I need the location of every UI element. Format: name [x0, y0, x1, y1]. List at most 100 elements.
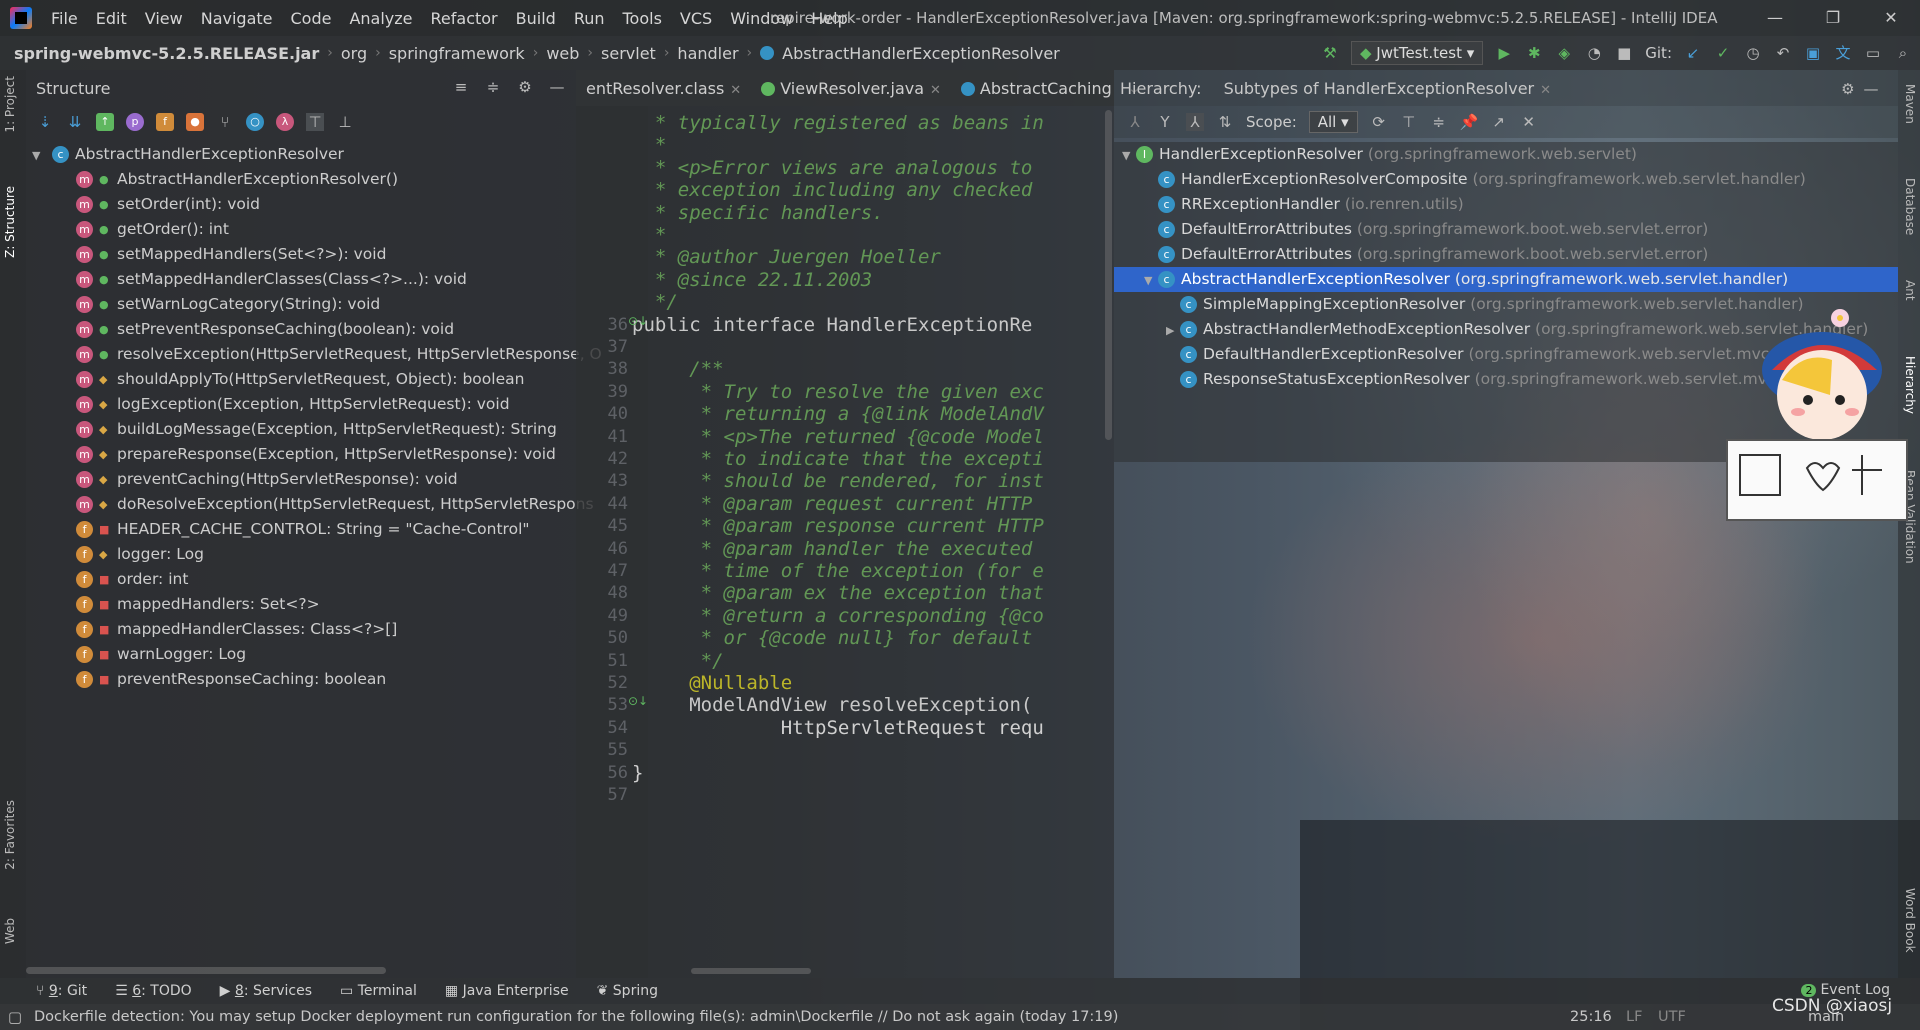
- expand-arrow-icon[interactable]: ▼: [1122, 143, 1136, 168]
- hierarchy-node[interactable]: ▼ I HandlerExceptionResolver (org.springfr…: [1114, 142, 1898, 167]
- hierarchy-tab[interactable]: Subtypes of HandlerExceptionResolver ✕: [1202, 79, 1551, 98]
- restore-icon[interactable]: ❐: [1804, 0, 1862, 36]
- subtypes-hierarchy-icon[interactable]: ⅄: [1186, 113, 1204, 131]
- close-tab-icon[interactable]: ✕: [1540, 83, 1551, 98]
- tab-handlerexceptionresolver-class[interactable]: entResolver.class ✕: [576, 79, 751, 98]
- menu-view[interactable]: View: [136, 9, 192, 28]
- editor-vertical-scrollbar[interactable]: [1105, 110, 1112, 440]
- menu-analyze[interactable]: Analyze: [340, 9, 421, 28]
- structure-member-item[interactable]: m ● setMappedHandlers(Set<?>): void: [26, 242, 576, 267]
- tool-tab-javaenterprise[interactable]: ▦ Java Enterprise: [431, 983, 583, 999]
- structure-horizontal-scrollbar[interactable]: [26, 967, 386, 974]
- show-fields-icon[interactable]: f: [156, 113, 174, 131]
- breadcrumb-web[interactable]: web: [542, 44, 583, 63]
- debug-icon[interactable]: ✱: [1525, 44, 1543, 62]
- structure-member-item[interactable]: m ◆ preventCaching(HttpServletResponse): v…: [26, 467, 576, 492]
- filter-icon[interactable]: ⑂: [216, 113, 234, 131]
- file-encoding[interactable]: UTF: [1658, 1009, 1686, 1025]
- git-history-icon[interactable]: ◷: [1744, 44, 1762, 62]
- structure-member-item[interactable]: f ■ mappedHandlerClasses: Class<?>[]: [26, 617, 576, 642]
- status-toggle-icon[interactable]: ▢: [6, 1008, 24, 1026]
- hierarchy-node[interactable]: ▼ c AbstractHandlerExceptionResolver (org.…: [1114, 267, 1898, 292]
- structure-member-item[interactable]: m ● setPreventResponseCaching(boolean): vo…: [26, 317, 576, 342]
- search-icon[interactable]: ⌕: [1894, 44, 1912, 62]
- gear-icon[interactable]: ⚙: [1839, 80, 1857, 98]
- tab-viewresolver-java[interactable]: ViewResolver.java ✕: [751, 79, 951, 98]
- stop-icon[interactable]: ■: [1615, 44, 1633, 62]
- structure-member-item[interactable]: m ● getOrder(): int: [26, 217, 576, 242]
- show-properties-icon[interactable]: p: [126, 113, 144, 131]
- hide-panel-icon[interactable]: —: [1862, 80, 1880, 98]
- expand-all-icon[interactable]: ⊤: [1400, 113, 1418, 131]
- tool-tab-terminal[interactable]: ▭ Terminal: [326, 983, 431, 999]
- status-message[interactable]: Dockerfile detection: You may setup Dock…: [34, 1009, 1118, 1025]
- hierarchy-node[interactable]: c DefaultErrorAttributes (org.springframe…: [1114, 242, 1898, 267]
- presentation-icon[interactable]: ▭: [1864, 44, 1882, 62]
- structure-member-item[interactable]: f ■ order: int: [26, 567, 576, 592]
- implemented-icon[interactable]: ⊙↓: [628, 314, 648, 328]
- autoscroll-to-source-icon[interactable]: ⊤: [306, 113, 324, 131]
- expand-arrow-icon[interactable]: ▼: [1144, 268, 1158, 293]
- menu-file[interactable]: File: [42, 9, 87, 28]
- hierarchy-node[interactable]: c DefaultErrorAttributes (org.springframe…: [1114, 217, 1898, 242]
- editor-horizontal-scrollbar[interactable]: [691, 968, 811, 974]
- structure-member-item[interactable]: m ● resolveException(HttpServletRequest, H…: [26, 342, 602, 367]
- git-update-icon[interactable]: ↙: [1684, 44, 1702, 62]
- collapse-all-icon[interactable]: ≑: [1430, 113, 1448, 131]
- hierarchy-node[interactable]: c HandlerExceptionResolverComposite (org.…: [1114, 167, 1898, 192]
- tool-tab-spring[interactable]: ❦ Spring: [583, 983, 672, 999]
- pin-icon[interactable]: 📌: [1460, 113, 1479, 131]
- expand-arrow-icon[interactable]: ▼: [32, 143, 46, 168]
- profile-icon[interactable]: ◔: [1585, 44, 1603, 62]
- menu-code[interactable]: Code: [282, 9, 341, 28]
- structure-member-item[interactable]: m ● AbstractHandlerExceptionResolver(): [26, 167, 576, 192]
- expand-arrow-icon[interactable]: ▶: [1166, 318, 1180, 343]
- close-tab-icon[interactable]: ✕: [730, 83, 741, 98]
- structure-member-item[interactable]: m ◆ shouldApplyTo(HttpServletRequest, Obje…: [26, 367, 576, 392]
- show-inherited-icon[interactable]: ↑: [96, 113, 114, 131]
- structure-member-item[interactable]: m ● setMappedHandlerClasses(Class<?>...): …: [26, 267, 576, 292]
- rollback-icon[interactable]: ↶: [1774, 44, 1792, 62]
- structure-member-item[interactable]: m ● setWarnLogCategory(String): void: [26, 292, 576, 317]
- project-structure-icon[interactable]: ▣: [1804, 44, 1822, 62]
- run-icon[interactable]: ▶: [1495, 44, 1513, 62]
- menu-navigate[interactable]: Navigate: [192, 9, 282, 28]
- structure-member-item[interactable]: m ◆ doResolveException(HttpServletRequest,…: [26, 492, 594, 517]
- word-book-tool-tab[interactable]: Word Book: [1903, 888, 1917, 953]
- code-area[interactable]: * typically registered as beans in * * <…: [576, 106, 1114, 978]
- translate-icon[interactable]: 文: [1834, 44, 1852, 62]
- breadcrumb-servlet[interactable]: servlet: [597, 44, 660, 63]
- hierarchy-node[interactable]: c RRExceptionHandler (io.renren.utils): [1114, 192, 1898, 217]
- favorites-tool-tab[interactable]: 2: Favorites: [3, 800, 17, 870]
- structure-member-item[interactable]: m ◆ logException(Exception, HttpServletReq…: [26, 392, 576, 417]
- menu-run[interactable]: Run: [565, 9, 614, 28]
- line-separator[interactable]: LF: [1626, 1009, 1642, 1025]
- tool-tab-services[interactable]: ▶ 8: Services: [206, 983, 326, 999]
- ant-tool-tab[interactable]: Ant: [1903, 280, 1917, 301]
- event-log-button[interactable]: 2 Event Log: [1801, 982, 1890, 998]
- structure-member-item[interactable]: f ■ mappedHandlers: Set<?>: [26, 592, 576, 617]
- menu-build[interactable]: Build: [507, 9, 565, 28]
- close-icon[interactable]: ✕: [1862, 0, 1920, 36]
- sort-alphabetically-icon[interactable]: ⇅: [1216, 113, 1234, 131]
- autoscroll-from-source-icon[interactable]: ⊥: [336, 113, 354, 131]
- structure-member-item[interactable]: f ■ warnLogger: Log: [26, 642, 576, 667]
- minimize-icon[interactable]: —: [1746, 0, 1804, 36]
- structure-member-item[interactable]: f ◆ logger: Log: [26, 542, 576, 567]
- lambdas-icon[interactable]: λ: [276, 113, 294, 131]
- refresh-icon[interactable]: ⟳: [1370, 113, 1388, 131]
- gear-icon[interactable]: ⚙: [516, 78, 534, 96]
- menu-tools[interactable]: Tools: [614, 9, 671, 28]
- web-tool-tab[interactable]: Web: [3, 918, 17, 944]
- supertypes-hierarchy-icon[interactable]: Y: [1156, 113, 1174, 131]
- coverage-icon[interactable]: ◈: [1555, 44, 1573, 62]
- menu-vcs[interactable]: VCS: [671, 9, 721, 28]
- run-configuration-select[interactable]: ◆ JwtTest.test ▾: [1350, 41, 1484, 65]
- sort-by-visibility-icon[interactable]: ⇣: [36, 113, 54, 131]
- menu-refactor[interactable]: Refactor: [422, 9, 507, 28]
- export-icon[interactable]: ↗: [1490, 113, 1508, 131]
- structure-member-item[interactable]: m ● setOrder(int): void: [26, 192, 576, 217]
- breadcrumb-springframework[interactable]: springframework: [385, 44, 529, 63]
- breadcrumb-org[interactable]: org: [337, 44, 371, 63]
- structure-root-node[interactable]: ▼ c AbstractHandlerExceptionResolver: [26, 142, 576, 167]
